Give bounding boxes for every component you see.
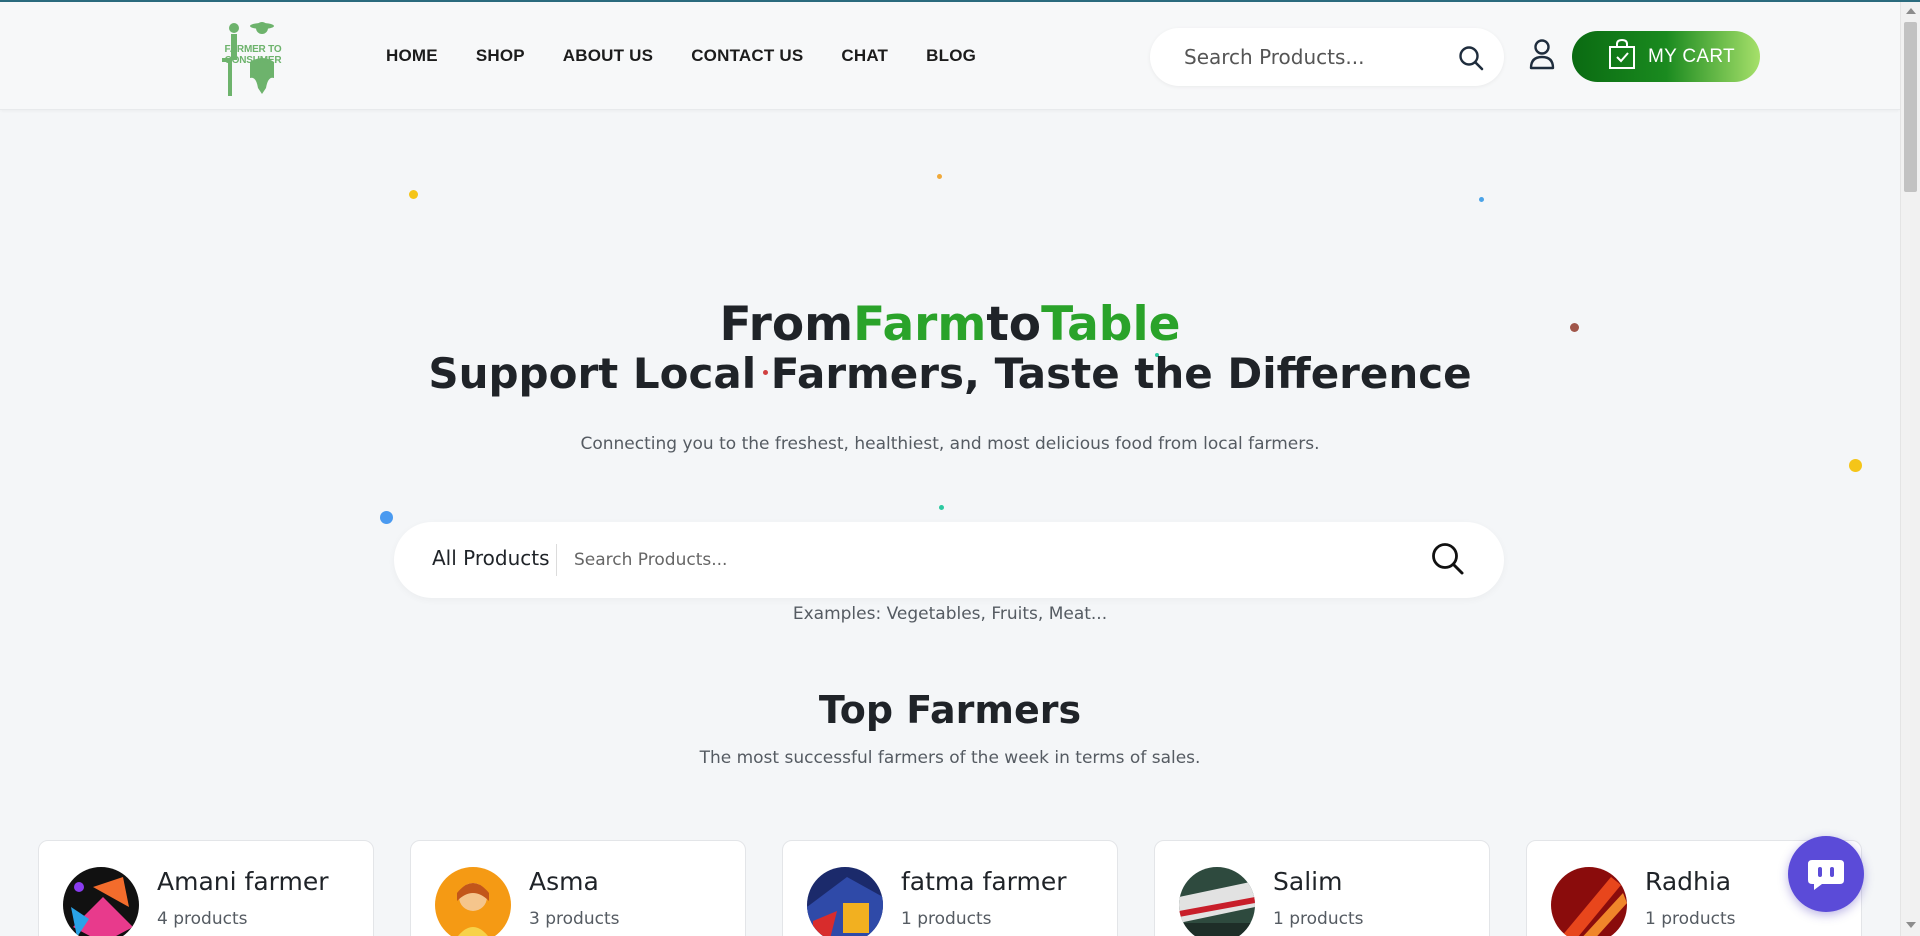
farmer-product-count: 3 products: [529, 909, 620, 929]
nav-about-us[interactable]: ABOUT US: [563, 46, 653, 66]
header-search-input[interactable]: [1184, 42, 1444, 72]
decorative-dot: [937, 174, 942, 179]
category-select[interactable]: All Products: [432, 546, 550, 570]
farmer-avatar: [63, 867, 139, 936]
farmer-card[interactable]: Amani farmer 4 products: [38, 840, 374, 936]
main-search-input[interactable]: [574, 544, 1374, 576]
scroll-up-arrow-icon[interactable]: [1906, 8, 1916, 14]
nav-shop[interactable]: SHOP: [476, 46, 525, 66]
farmer-product-count: 1 products: [901, 909, 992, 929]
farmer-name: fatma farmer: [901, 867, 1067, 896]
my-cart-button[interactable]: MY CART: [1572, 31, 1760, 82]
header-search-box: [1150, 28, 1504, 86]
farmer-card[interactable]: Asma 3 products: [410, 840, 746, 936]
hero-title-from: From: [719, 297, 854, 352]
farmer-name: Asma: [529, 867, 599, 896]
search-icon[interactable]: [1430, 541, 1466, 581]
user-account-icon[interactable]: [1528, 38, 1556, 74]
nav-contact-us[interactable]: CONTACT US: [691, 46, 803, 66]
search-icon[interactable]: [1458, 45, 1484, 75]
farmer-avatar: [435, 867, 511, 936]
farmer-card[interactable]: fatma farmer 1 products: [782, 840, 1118, 936]
hero-title-table: Table: [1041, 297, 1181, 352]
farmer-product-count: 1 products: [1645, 909, 1736, 929]
farmer-avatar: [1179, 867, 1255, 936]
site-header: FARMER TO CONSUMER HOME SHOP ABOUT US CO…: [0, 2, 1900, 110]
main-search-bar: All Products: [394, 522, 1504, 598]
chat-widget-button[interactable]: [1788, 836, 1864, 912]
decorative-dot: [939, 505, 944, 510]
main-nav: HOME SHOP ABOUT US CONTACT US CHAT BLOG: [386, 46, 976, 66]
top-farmers-subtitle: The most successful farmers of the week …: [699, 748, 1201, 768]
scrollbar-thumb[interactable]: [1904, 22, 1917, 192]
decorative-dot: [380, 511, 393, 524]
scroll-down-arrow-icon[interactable]: [1906, 922, 1916, 928]
search-divider: [556, 544, 557, 576]
farmer-name: Amani farmer: [157, 867, 329, 896]
hero-title: FromFarmtoTable: [0, 296, 1900, 354]
hero-subtitle: Support Local Farmers, Taste the Differe…: [428, 349, 1472, 398]
farmer-name: Salim: [1273, 867, 1343, 896]
page-scrollbar[interactable]: [1900, 2, 1920, 936]
farmer-card[interactable]: Salim 1 products: [1154, 840, 1490, 936]
hero-description: Connecting you to the freshest, healthie…: [580, 434, 1320, 454]
farmer-avatar: [1551, 867, 1627, 936]
site-logo[interactable]: FARMER TO CONSUMER: [200, 18, 306, 96]
decorative-dot: [1849, 459, 1862, 472]
farmer-avatar: [807, 867, 883, 936]
nav-chat[interactable]: CHAT: [841, 46, 888, 66]
decorative-dot: [409, 190, 418, 199]
chat-bubble-icon: [1808, 860, 1844, 890]
nav-home[interactable]: HOME: [386, 46, 438, 66]
hero-title-to: to: [986, 297, 1042, 352]
my-cart-label: MY CART: [1648, 45, 1735, 67]
shopping-bag-icon: [1608, 38, 1636, 76]
search-examples: Examples: Vegetables, Fruits, Meat...: [792, 604, 1108, 624]
top-farmers-title: Top Farmers: [818, 688, 1082, 732]
decorative-dot: [1479, 197, 1484, 202]
farmer-product-count: 1 products: [1273, 909, 1364, 929]
farmer-product-count: 4 products: [157, 909, 248, 929]
hero-title-farm: Farm: [853, 297, 987, 352]
logo-text: FARMER TO CONSUMER: [224, 44, 282, 66]
farmer-name: Radhia: [1645, 867, 1732, 896]
nav-blog[interactable]: BLOG: [926, 46, 976, 66]
